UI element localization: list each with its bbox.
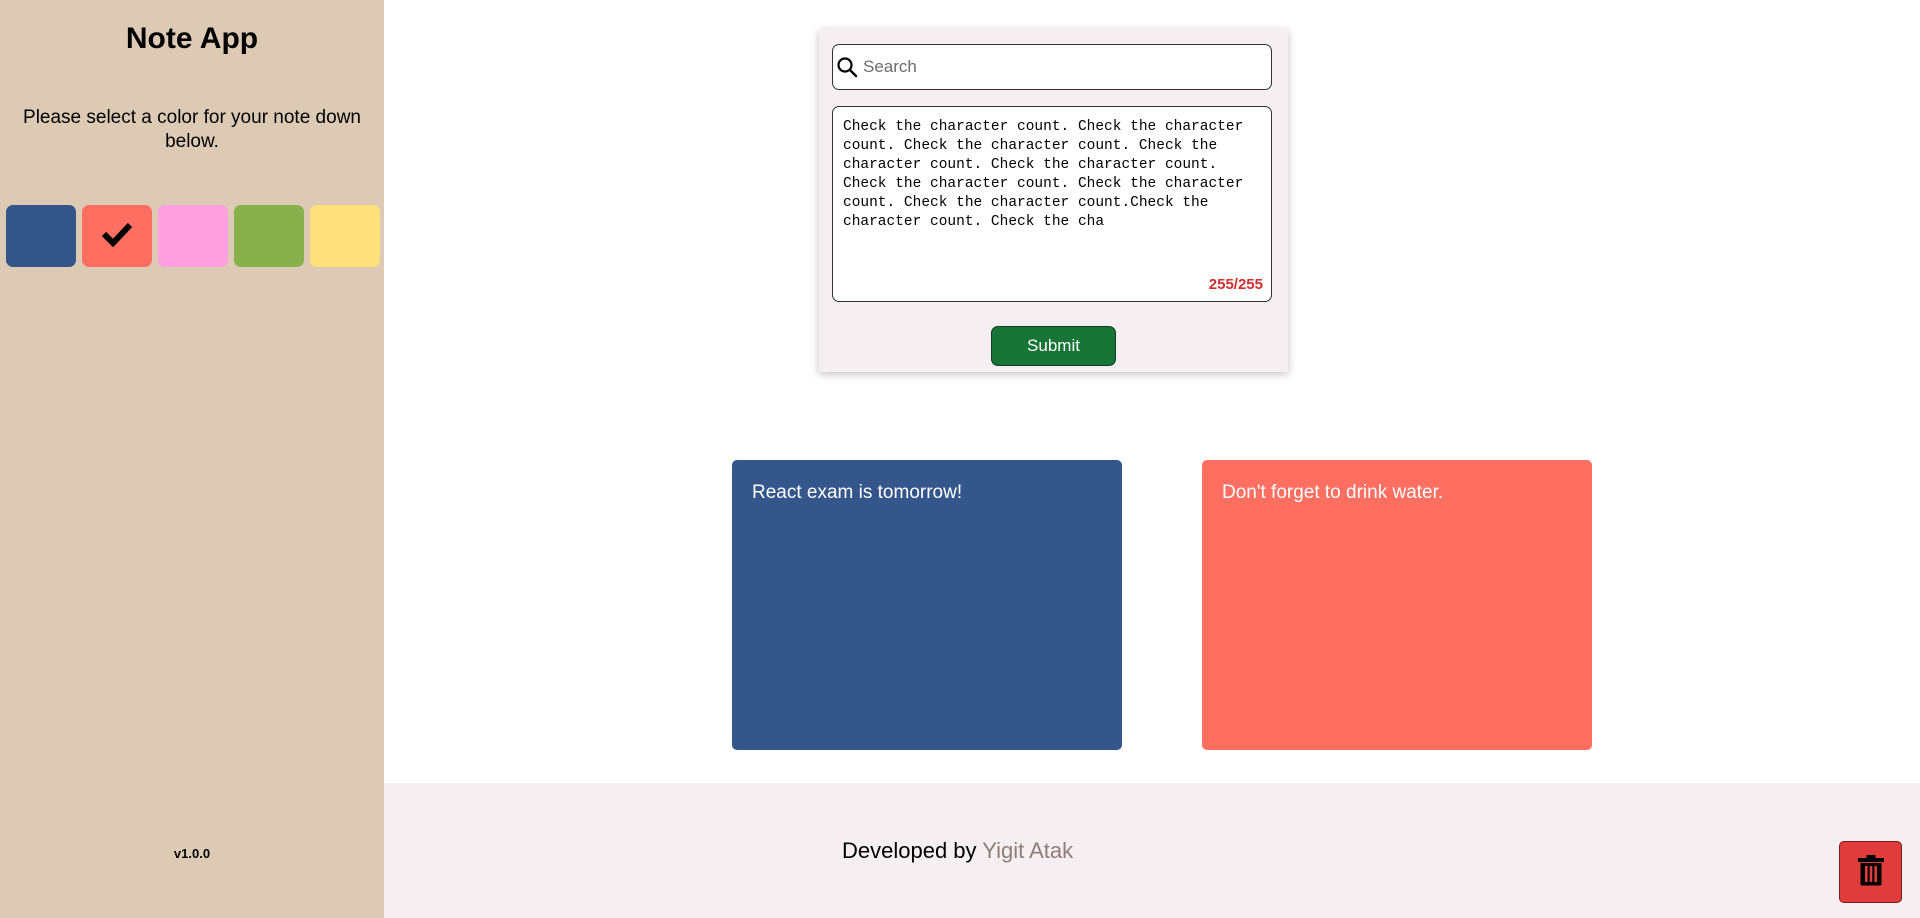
app-title: Note App	[125, 22, 259, 55]
search-icon	[836, 56, 858, 83]
color-instructions: Please select a color for your note down…	[23, 107, 361, 152]
note-text[interactable]: Check the character count. Check the cha…	[843, 118, 1268, 232]
search-input[interactable]	[863, 51, 1263, 83]
submit-button[interactable]: Submit	[991, 326, 1116, 366]
trash-icon	[1857, 854, 1885, 891]
author-link[interactable]: Yigit Atak	[982, 838, 1073, 863]
color-swatch-blue[interactable]	[6, 205, 76, 267]
sidebar: Note App Please select a color for your …	[0, 0, 384, 918]
search-field[interactable]	[832, 44, 1272, 90]
checkmark-icon	[101, 221, 133, 252]
color-swatch-yellow[interactable]	[310, 205, 380, 267]
note-card-text: Don't forget to drink water.	[1222, 482, 1444, 503]
footer: Developed by Yigit Atak	[384, 783, 1920, 918]
note-card[interactable]: Don't forget to drink water.	[1202, 460, 1592, 750]
character-counter: 255/255	[1208, 276, 1263, 293]
note-form: Check the character count. Check the cha…	[819, 29, 1288, 372]
color-swatch-coral[interactable]	[82, 205, 152, 267]
footer-credit-prefix: Developed by	[842, 838, 983, 863]
delete-all-button[interactable]	[1839, 841, 1902, 903]
version-label: v1.0.0	[173, 846, 211, 861]
color-swatches	[6, 205, 380, 267]
note-textarea[interactable]: Check the character count. Check the cha…	[832, 106, 1272, 302]
note-card[interactable]: React exam is tomorrow!	[732, 460, 1122, 750]
color-swatch-pink[interactable]	[158, 205, 228, 267]
footer-credit: Developed by Yigit Atak	[842, 838, 1073, 864]
note-card-text: React exam is tomorrow!	[752, 482, 963, 503]
color-swatch-green[interactable]	[234, 205, 304, 267]
